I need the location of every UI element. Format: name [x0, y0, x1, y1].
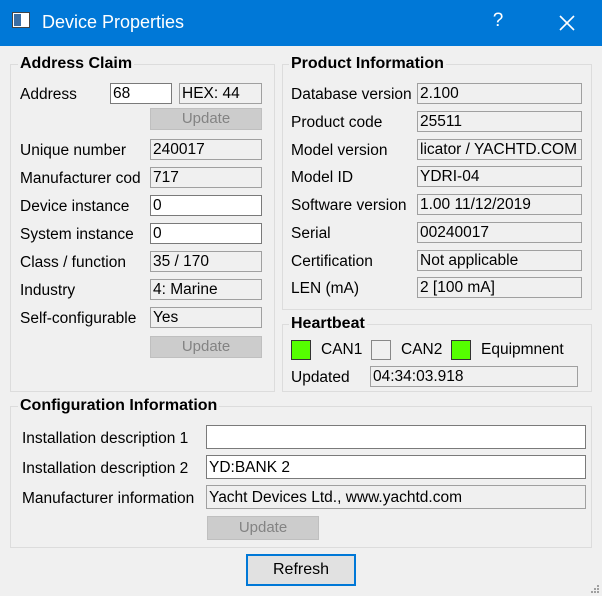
title-bar: Device Properties ? — [0, 0, 602, 46]
can2-indicator — [371, 340, 391, 360]
certification-label: Certification — [291, 253, 373, 270]
app-icon — [12, 12, 30, 28]
can1-indicator — [291, 340, 311, 360]
help-button[interactable]: ? — [486, 10, 510, 36]
industry-value: 4: Marine — [150, 279, 262, 300]
address-input[interactable]: 68 — [110, 83, 172, 104]
manufacturer-info-value: Yacht Devices Ltd., www.yachtd.com — [206, 485, 586, 509]
window-title: Device Properties — [42, 12, 185, 32]
refresh-button[interactable]: Refresh — [246, 554, 356, 586]
manufacturer-code-label: Manufacturer cod — [20, 170, 141, 187]
len-value: 2 [100 mA] — [417, 277, 582, 298]
serial-label: Serial — [291, 225, 331, 242]
software-version-label: Software version — [291, 197, 407, 214]
model-id-label: Model ID — [291, 169, 354, 186]
serial-value: 00240017 — [417, 222, 582, 243]
device-instance-input[interactable]: 0 — [150, 195, 262, 216]
software-version-value: 1.00 11/12/2019 — [417, 194, 582, 215]
can2-label: CAN2 — [401, 341, 443, 358]
manufacturer-info-label: Manufacturer information — [22, 490, 195, 507]
updated-label: Updated — [291, 369, 350, 386]
install-desc-1-label: Installation description 1 — [22, 430, 189, 447]
equipment-indicator — [451, 340, 471, 360]
address-label: Address — [20, 86, 77, 103]
system-instance-label: System instance — [20, 226, 134, 243]
heartbeat-title: Heartbeat — [289, 315, 367, 333]
certification-value: Not applicable — [417, 250, 582, 271]
product-code-label: Product code — [291, 114, 383, 131]
model-version-label: Model version — [291, 142, 388, 159]
install-desc-2-input[interactable]: YD:BANK 2 — [206, 455, 586, 479]
config-update-button[interactable]: Update — [207, 516, 319, 540]
industry-label: Industry — [20, 282, 76, 299]
resize-grip-icon[interactable] — [590, 584, 600, 594]
config-info-title: Configuration Information — [18, 397, 220, 415]
product-info-title: Product Information — [289, 55, 446, 73]
class-function-value: 35 / 170 — [150, 251, 262, 272]
manufacturer-code-value: 717 — [150, 167, 262, 188]
unique-number-label: Unique number — [20, 142, 126, 159]
model-id-value: YDRI-04 — [417, 166, 582, 187]
can1-label: CAN1 — [321, 341, 363, 358]
product-code-value: 25511 — [417, 111, 582, 132]
close-button[interactable] — [548, 8, 586, 38]
address-update-button[interactable]: Update — [150, 108, 262, 130]
self-configurable-label: Self-configurable — [20, 310, 137, 327]
len-label: LEN (mA) — [291, 280, 360, 297]
database-version-label: Database version — [291, 86, 412, 103]
equipment-label: Equipmnent — [481, 341, 564, 358]
database-version-value: 2.100 — [417, 83, 582, 104]
install-desc-2-label: Installation description 2 — [22, 460, 189, 477]
device-instance-label: Device instance — [20, 198, 130, 215]
address-claim-title: Address Claim — [18, 55, 135, 73]
install-desc-1-input[interactable] — [206, 425, 586, 449]
updated-value: 04:34:03.918 — [370, 366, 578, 387]
close-icon — [559, 15, 575, 31]
model-version-value: licator / YACHTD.COM — [417, 139, 582, 160]
unique-number-value: 240017 — [150, 139, 262, 160]
address-claim-update-button[interactable]: Update — [150, 336, 262, 358]
class-function-label: Class / function — [20, 254, 126, 271]
system-instance-input[interactable]: 0 — [150, 223, 262, 244]
hex-value: HEX: 44 — [179, 83, 262, 104]
self-configurable-value: Yes — [150, 307, 262, 328]
